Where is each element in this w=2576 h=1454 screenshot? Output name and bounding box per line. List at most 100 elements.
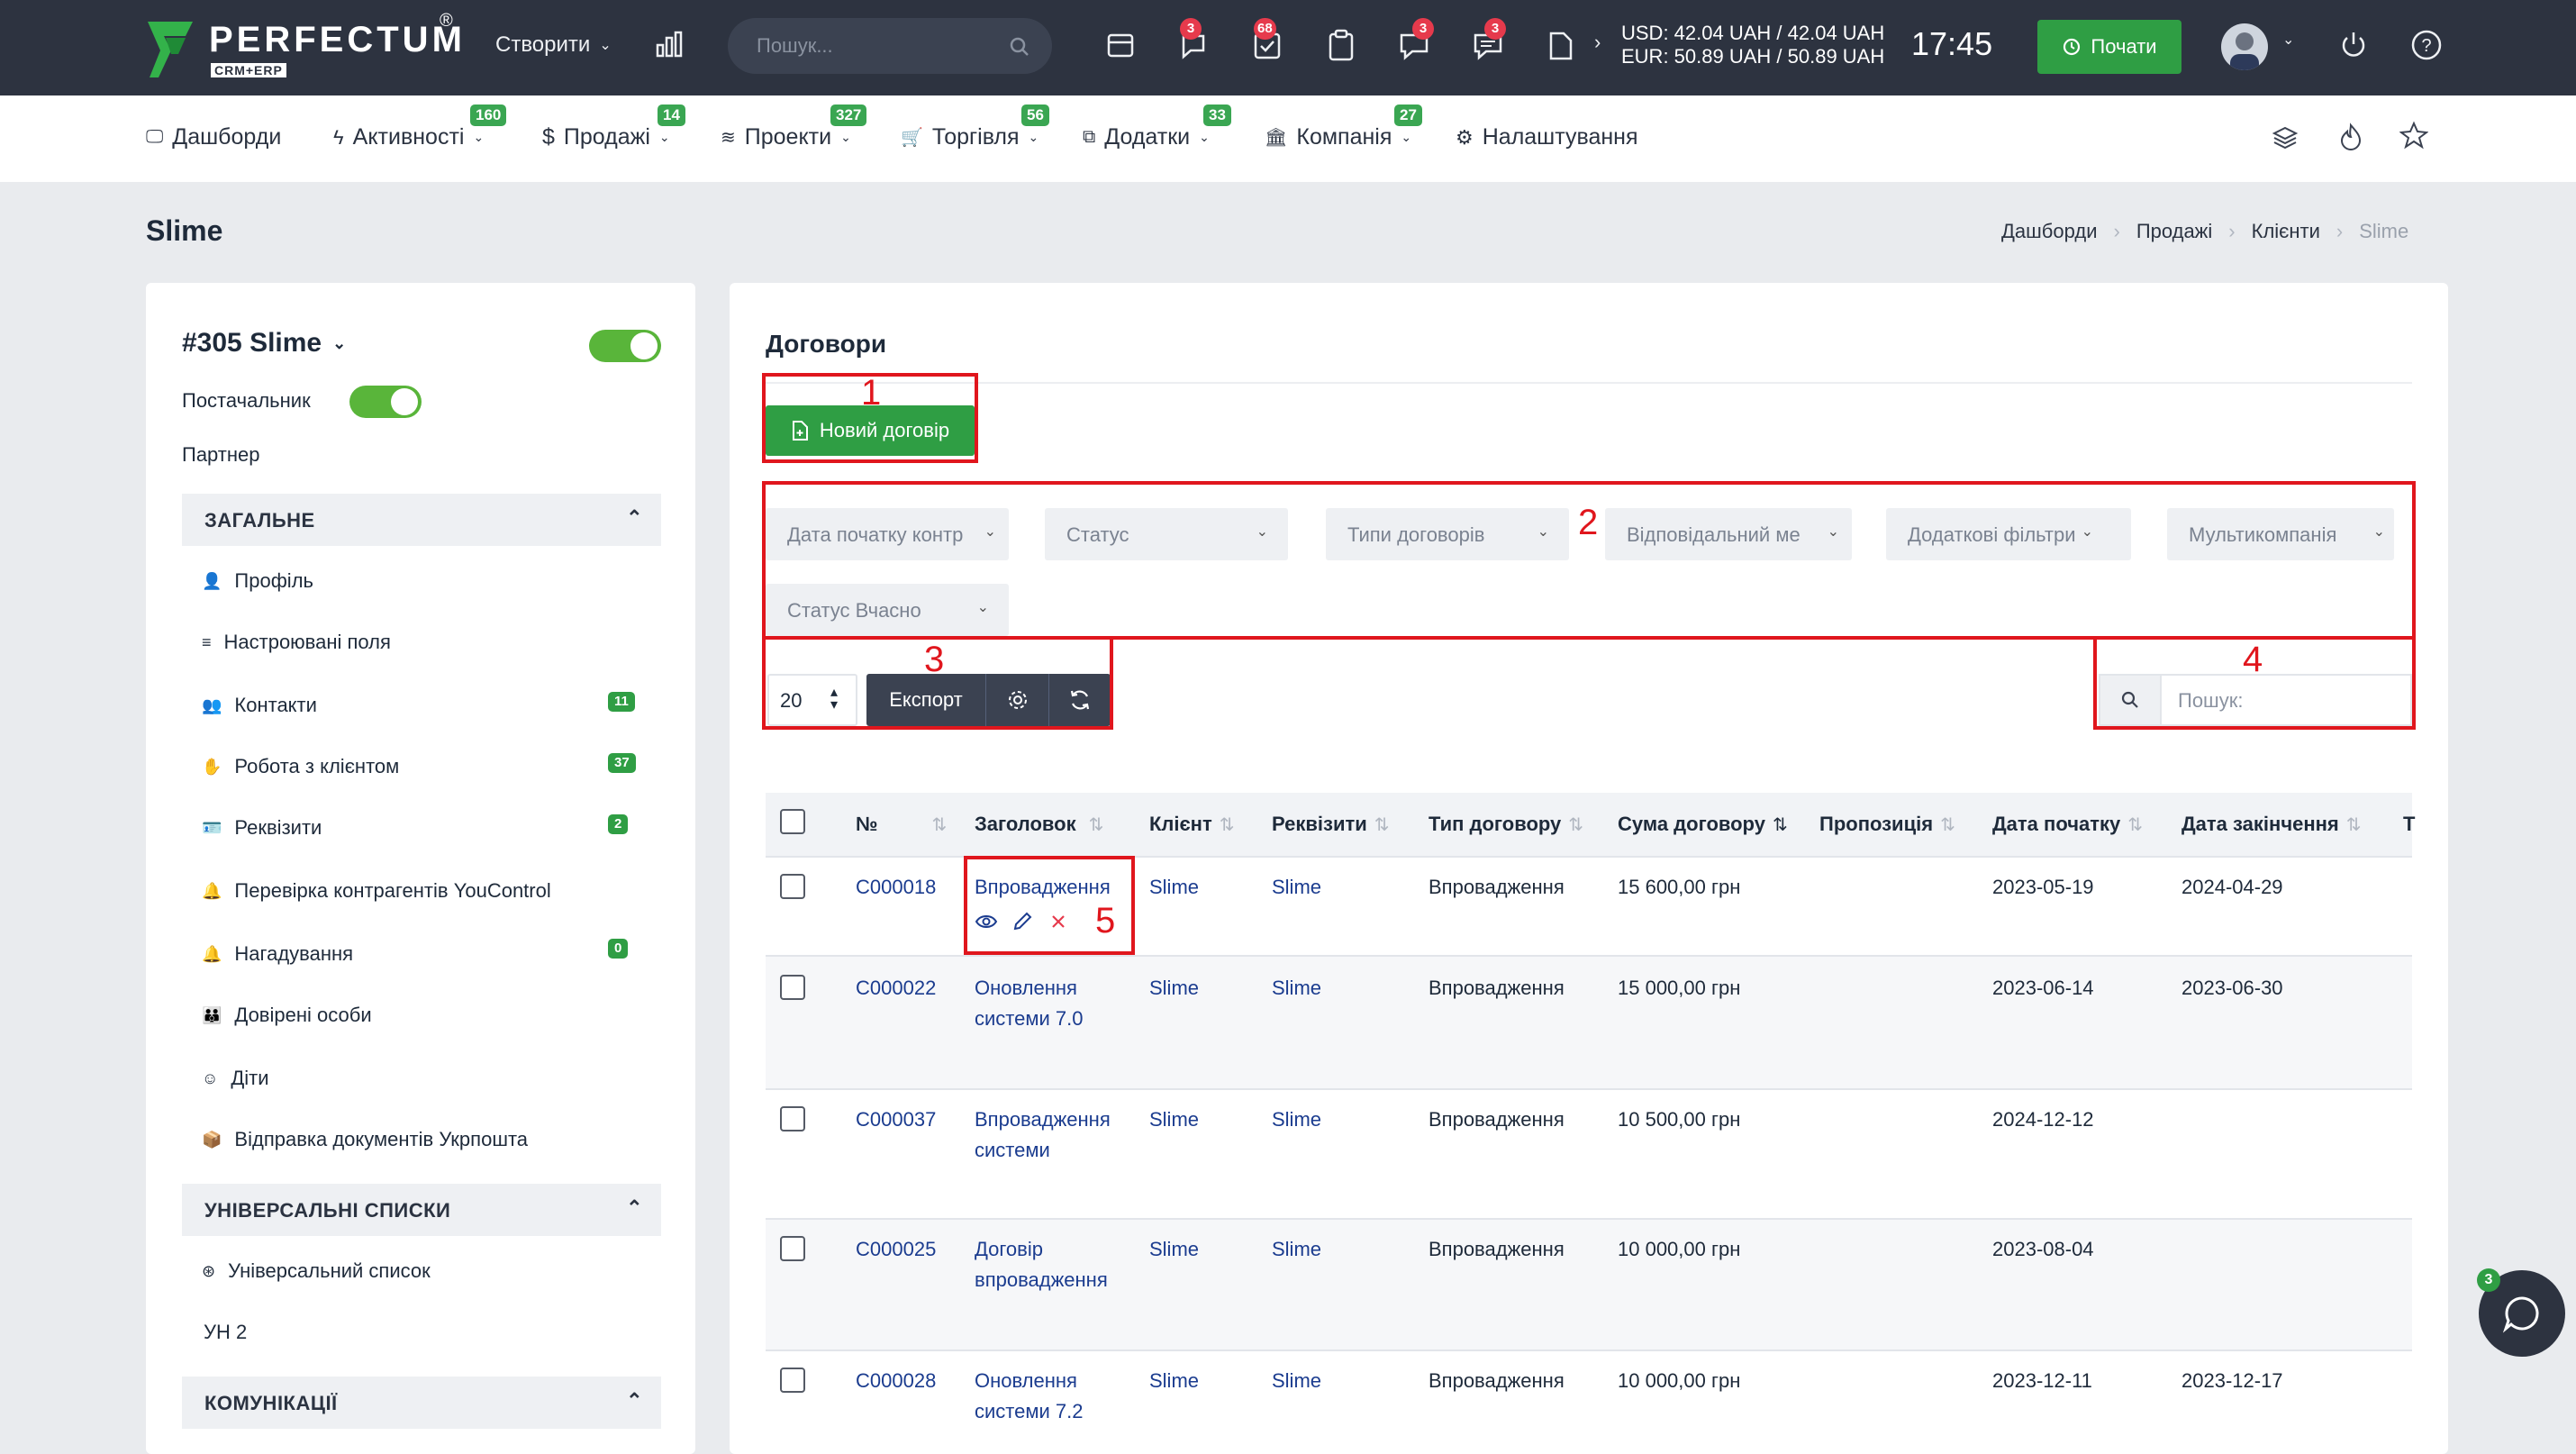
- help-icon[interactable]: ?: [2410, 29, 2443, 61]
- star-icon[interactable]: [2399, 121, 2428, 150]
- nav-dashboards[interactable]: 🖵 Дашборди: [146, 124, 281, 150]
- nav-badge: 160: [470, 105, 507, 126]
- sidebar-item-universal-list[interactable]: ⊛ Універсальний список: [202, 1259, 431, 1283]
- create-menu[interactable]: Створити ⌄: [495, 32, 612, 58]
- chevron-down-icon: ⌄: [332, 333, 347, 352]
- sidebar-item-custom-fields[interactable]: ≡ Настроювані поля: [202, 631, 391, 654]
- discussion-badge: 3: [1484, 18, 1506, 40]
- section-communications[interactable]: КОМУНІКАЦІЇ ⌃: [182, 1377, 661, 1429]
- cell-end-date: 2024-04-29: [2181, 876, 2283, 898]
- row-checkbox[interactable]: [780, 1368, 805, 1393]
- clipboard-icon[interactable]: [1326, 29, 1356, 61]
- cell-requisites[interactable]: Slime: [1272, 1104, 1321, 1135]
- nav-addons[interactable]: ⧉ Додатки ⌄: [1083, 124, 1210, 150]
- cell-number[interactable]: C000028: [856, 1366, 936, 1396]
- cell-number[interactable]: C000037: [856, 1104, 936, 1135]
- nav-company[interactable]: 🏛 Компанія ⌄: [1265, 124, 1411, 150]
- people-icon: 👪: [202, 1005, 222, 1024]
- column-header-offer[interactable]: Пропозиція ⇅: [1819, 813, 1955, 836]
- column-header-number[interactable]: № ⇅: [856, 813, 947, 836]
- breadcrumb-item[interactable]: Продажі: [2136, 220, 2212, 243]
- column-header-requisites[interactable]: Реквізити ⇅: [1272, 813, 1390, 836]
- start-timer-button[interactable]: Почати: [2037, 20, 2181, 74]
- nav-label: Активності: [352, 124, 465, 150]
- cell-client[interactable]: Slime: [1149, 1234, 1199, 1265]
- row-checkbox[interactable]: [780, 975, 805, 1000]
- annotation-number-1: 1: [861, 373, 882, 413]
- sidebar-item-contacts[interactable]: 👥 Контакти: [202, 694, 317, 717]
- cell-client[interactable]: Slime: [1149, 1366, 1199, 1396]
- clock-icon: [2064, 38, 2081, 56]
- cell-client[interactable]: Slime: [1149, 872, 1199, 903]
- document-icon[interactable]: [1547, 31, 1574, 61]
- cell-start-date: 2023-06-14: [1992, 977, 2094, 999]
- column-header-contract-type[interactable]: Тип договору ⇅: [1429, 813, 1583, 836]
- power-icon[interactable]: [2338, 29, 2369, 61]
- calendar-icon[interactable]: [1106, 31, 1135, 59]
- row-divider: [766, 1218, 2412, 1220]
- cell-requisites[interactable]: Slime: [1272, 1366, 1321, 1396]
- column-header-truncated[interactable]: Т: [2403, 813, 2415, 836]
- cell-title[interactable]: Оновлення системи 7.2: [975, 1366, 1110, 1427]
- cell-title[interactable]: Оновлення системи 7.0: [975, 973, 1110, 1034]
- avatar[interactable]: [2221, 23, 2268, 70]
- layers-icon: ≋: [721, 128, 736, 148]
- cell-requisites[interactable]: Slime: [1272, 1234, 1321, 1265]
- cell-title[interactable]: Договір впровадження: [975, 1234, 1128, 1295]
- active-toggle[interactable]: [589, 330, 661, 362]
- row-checkbox[interactable]: [780, 1106, 805, 1131]
- sidebar-item-reminders[interactable]: 🔔 Нагадування: [202, 942, 353, 966]
- column-header-start-date[interactable]: Дата початку ⇅: [1992, 813, 2143, 836]
- stack-icon[interactable]: [2272, 124, 2299, 151]
- cell-number[interactable]: C000025: [856, 1234, 936, 1265]
- avatar-chevron-icon[interactable]: ⌄: [2282, 31, 2294, 49]
- column-header-end-date[interactable]: Дата закінчення ⇅: [2181, 813, 2362, 836]
- sidebar-item-youcontrol[interactable]: 🔔 Перевірка контрагентів YouControl: [202, 879, 551, 903]
- sidebar-item-trusted-persons[interactable]: 👪 Довірені особи: [202, 1004, 372, 1027]
- section-universal-lists[interactable]: УНІВЕРСАЛЬНІ СПИСКИ ⌃: [182, 1184, 661, 1236]
- nav-projects[interactable]: ≋ Проекти ⌄: [721, 124, 851, 150]
- sidebar-item-client-work[interactable]: ✋ Робота з клієнтом: [202, 755, 399, 778]
- cell-requisites[interactable]: Slime: [1272, 872, 1321, 903]
- cell-number[interactable]: C000022: [856, 973, 936, 1004]
- nav-sales[interactable]: $ Продажі ⌄: [542, 124, 670, 150]
- row-checkbox[interactable]: [780, 874, 805, 899]
- client-title[interactable]: #305 Slime ⌄: [182, 328, 346, 359]
- fire-icon[interactable]: [2338, 123, 2363, 151]
- section-general[interactable]: ЗАГАЛЬНЕ ⌃: [182, 494, 661, 546]
- column-header-sum[interactable]: Сума договору ⇅: [1618, 813, 1788, 836]
- search-box[interactable]: Пошук...: [728, 18, 1052, 74]
- breadcrumb-item[interactable]: Дашборди: [2001, 220, 2097, 243]
- cell-title[interactable]: Впровадження системи: [975, 1104, 1128, 1166]
- search-placeholder: Пошук...: [757, 34, 833, 57]
- nav-settings[interactable]: ⚙ Налаштування: [1456, 124, 1638, 150]
- sidebar-item-requisites[interactable]: 🪪 Реквізити: [202, 816, 322, 840]
- column-header-client[interactable]: Клієнт ⇅: [1149, 813, 1235, 836]
- row-divider: [766, 1088, 2412, 1090]
- gear-icon: ⚙: [1456, 125, 1474, 149]
- supplier-toggle[interactable]: [349, 386, 422, 418]
- nav-label: Дашборди: [172, 124, 282, 150]
- sidebar-item-profile[interactable]: 👤 Профіль: [202, 569, 313, 593]
- cell-client[interactable]: Slime: [1149, 973, 1199, 1004]
- nav-trade[interactable]: 🛒 Торгівля ⌄: [901, 124, 1039, 150]
- breadcrumb-item[interactable]: Клієнти: [2252, 220, 2320, 243]
- breadcrumb: Дашборди › Продажі › Клієнти › Slime: [2001, 220, 2408, 243]
- chat-icon: [2502, 1296, 2539, 1333]
- sidebar-item-children[interactable]: ☺ Діти: [202, 1067, 269, 1090]
- sidebar-item-ukrposhta[interactable]: 📦 Відправка документів Укрпошта: [202, 1128, 528, 1151]
- chart-icon[interactable]: [654, 29, 685, 59]
- logo[interactable]: [144, 18, 196, 79]
- cell-number[interactable]: C000018: [856, 872, 936, 903]
- cell-requisites[interactable]: Slime: [1272, 973, 1321, 1004]
- monitor-icon: 🖵: [146, 127, 164, 147]
- sidebar-item-un2[interactable]: УН 2: [204, 1321, 247, 1344]
- column-header-title[interactable]: Заголовок ⇅: [975, 813, 1103, 836]
- cell-client[interactable]: Slime: [1149, 1104, 1199, 1135]
- row-checkbox[interactable]: [780, 1236, 805, 1261]
- nav-activities[interactable]: ϟ Активності ⌄: [333, 124, 484, 150]
- select-all-checkbox[interactable]: [780, 809, 805, 834]
- bell-icon: 🔔: [202, 944, 222, 963]
- sidebar-item-label: Контакти: [234, 694, 317, 716]
- chevron-right-icon[interactable]: ›: [1594, 31, 1601, 54]
